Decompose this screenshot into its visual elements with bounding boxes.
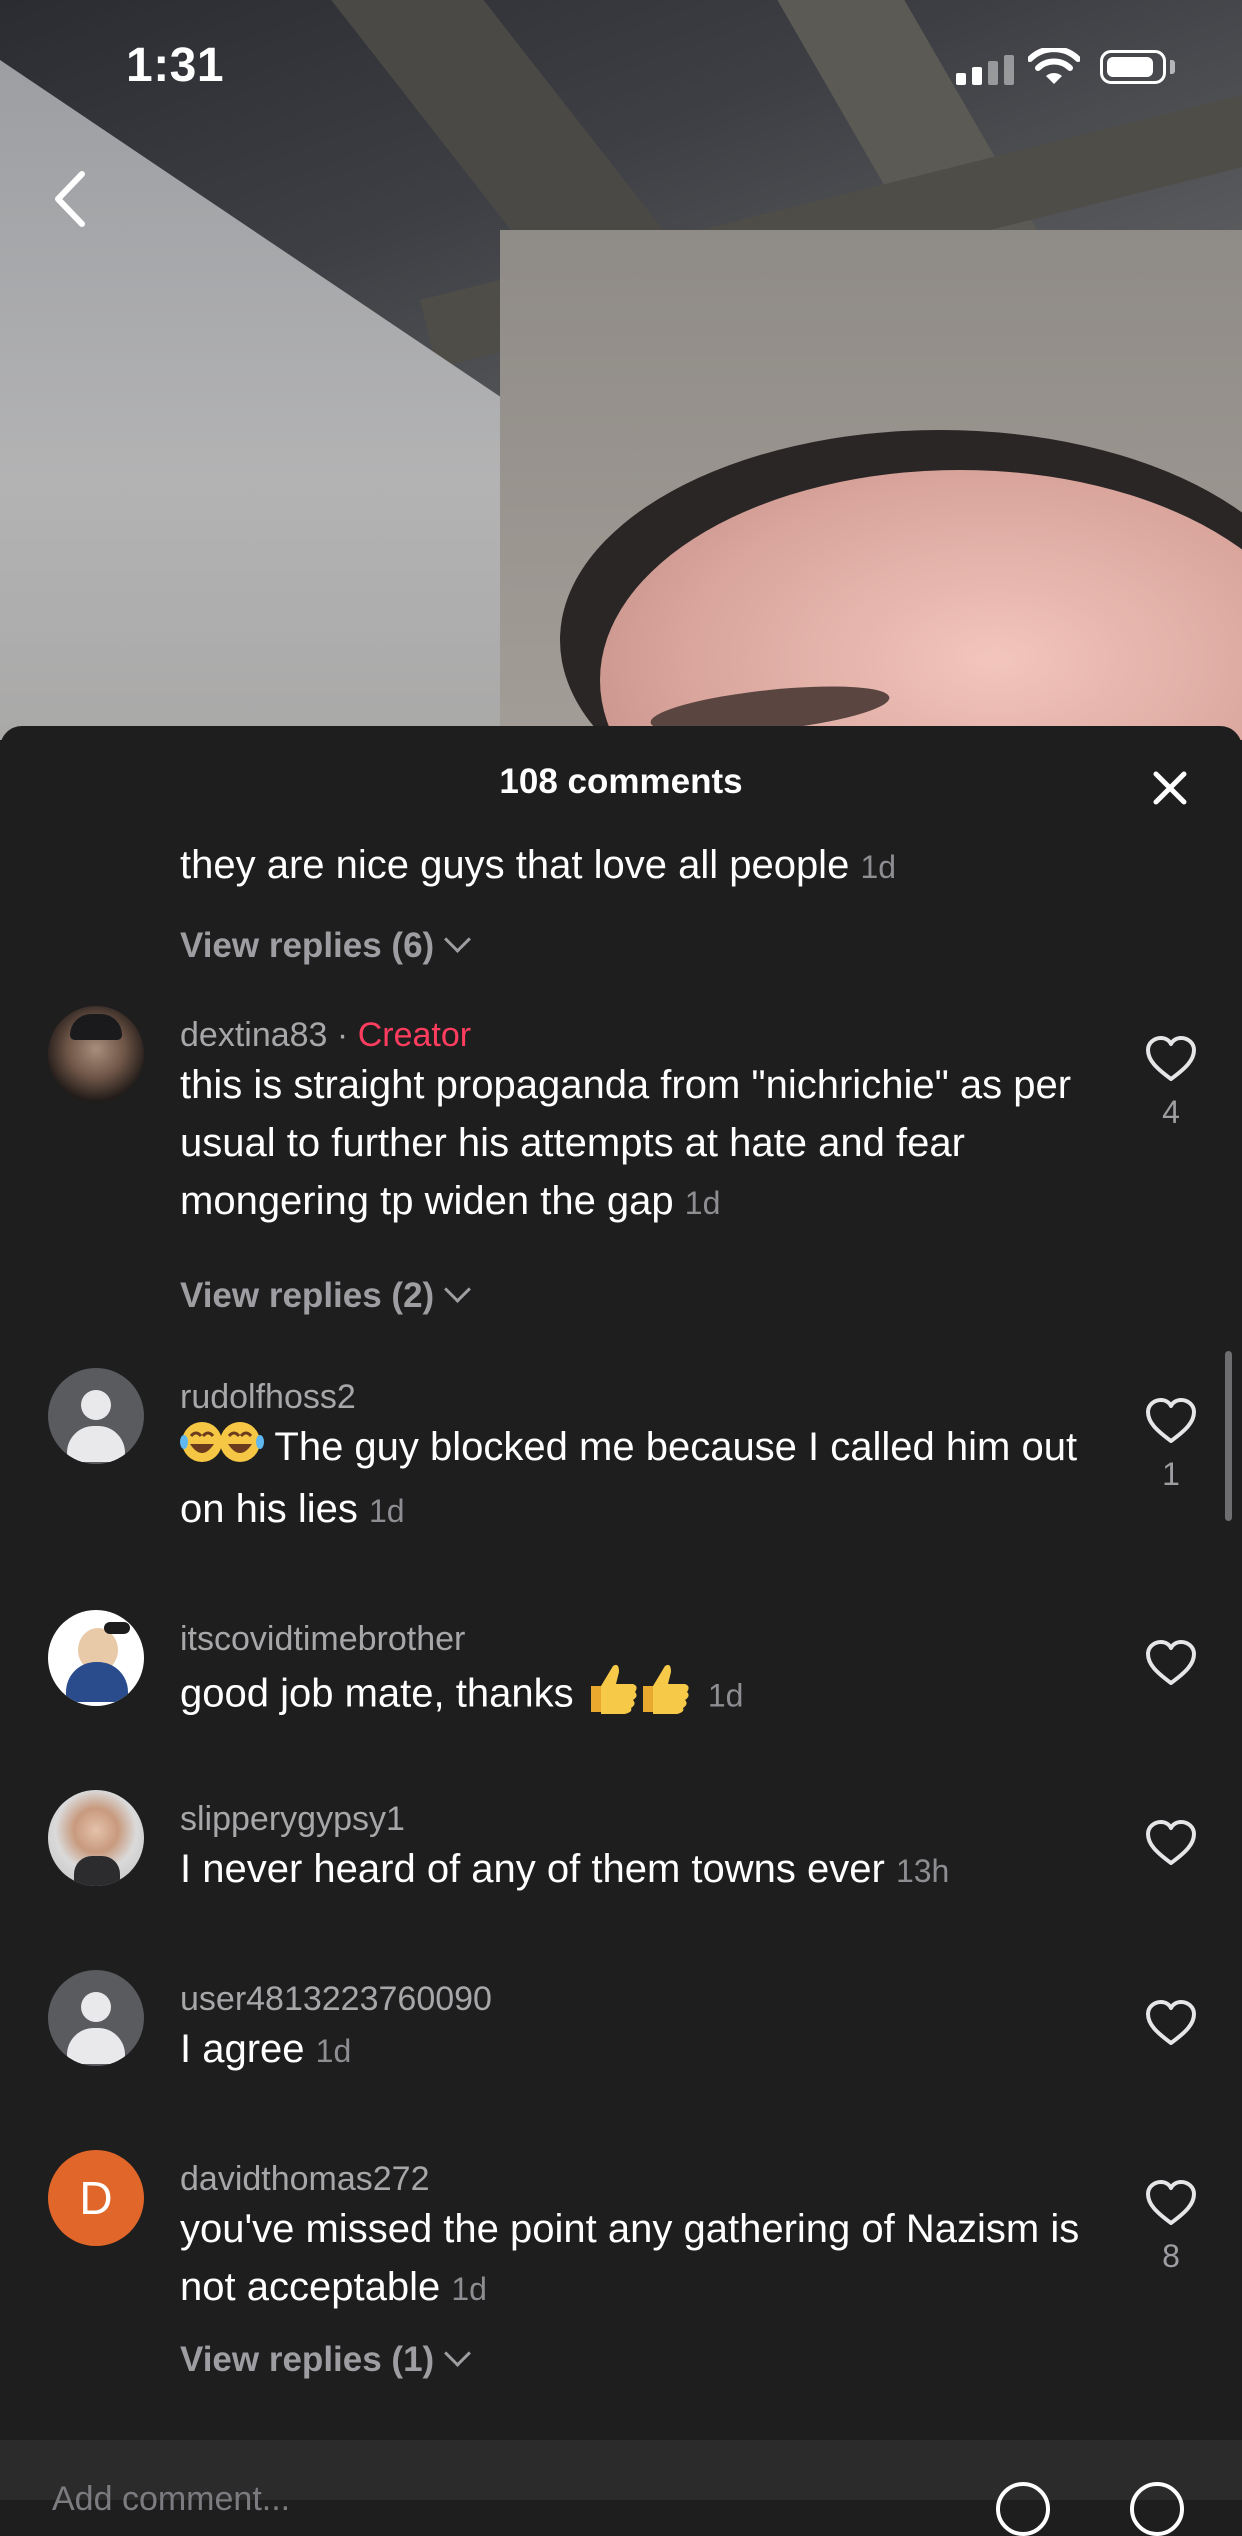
comment-timestamp: 1d <box>315 2033 352 2069</box>
creator-badge: Creator <box>357 1016 472 1054</box>
battery-cap <box>1170 60 1175 74</box>
comment-body: good job mate, thanks <box>180 1671 585 1716</box>
comment-time: 1d <box>860 849 897 885</box>
comment-username[interactable]: itscovidtimebrother <box>180 1620 465 1659</box>
laughing-emoji-icon <box>180 1418 264 1480</box>
avatar-default-body <box>67 1426 125 1462</box>
view-replies-button[interactable]: View replies (1) <box>180 2340 472 2380</box>
like-count: 1 <box>1162 1456 1180 1492</box>
comment-body: The guy blocked me because I called him … <box>180 1425 1078 1532</box>
comment-username[interactable]: davidthomas272 <box>180 2160 430 2199</box>
comment-text: I agree 1d <box>180 2020 1080 2080</box>
comment-timestamp: 1d <box>707 1677 744 1714</box>
view-replies-label: View replies (1) <box>180 2340 435 2379</box>
chevron-down-icon <box>444 2340 472 2367</box>
heart-icon[interactable] <box>1144 1034 1198 1084</box>
comment-text: good job mate, thanks 1d <box>180 1660 1080 1732</box>
avatar-cartoon-body <box>66 1662 128 1702</box>
comment-timestamp: 1d <box>684 1185 721 1221</box>
comment-timestamp: 1d <box>369 1493 405 1530</box>
comment-text: you've missed the point any gathering of… <box>180 2200 1080 2318</box>
avatar[interactable] <box>48 1790 144 1886</box>
avatar[interactable] <box>48 1610 144 1706</box>
chevron-down-icon <box>444 1276 472 1303</box>
comments-count-title: 108 comments <box>499 762 743 801</box>
avatar-beanie <box>70 1014 122 1040</box>
comment-body: you've missed the point any gathering of… <box>180 2207 1080 2309</box>
avatar-default-body <box>67 2028 125 2064</box>
back-chevron-icon[interactable] <box>48 168 94 230</box>
like-count: 8 <box>1162 2238 1180 2274</box>
avatar-initial: D <box>79 2172 113 2224</box>
avatar[interactable] <box>48 1970 144 2066</box>
comment-text: The guy blocked me because I called him … <box>180 1418 1080 1540</box>
mention-icon[interactable] <box>996 2482 1050 2536</box>
heart-icon[interactable] <box>1144 1998 1198 2048</box>
status-time: 1:31 <box>126 39 225 92</box>
like-count: 4 <box>1162 1094 1180 1130</box>
avatar-default-head <box>81 1390 111 1420</box>
close-icon[interactable] <box>1150 768 1190 808</box>
signal-icon <box>956 55 1014 85</box>
comment-body: they are nice guys that love all people <box>180 843 850 887</box>
avatar-default-head <box>81 1992 111 2022</box>
heart-icon[interactable] <box>1144 1818 1198 1868</box>
comment-text: they are nice guys that love all people … <box>180 836 1080 896</box>
heart-icon[interactable] <box>1144 1396 1198 1446</box>
view-replies-label: View replies (6) <box>180 926 435 965</box>
avatar[interactable] <box>48 1368 144 1464</box>
username-separator: · <box>327 1016 358 1054</box>
avatar-cartoon-hat <box>104 1622 130 1634</box>
comment-body: this is straight propaganda from "nichri… <box>180 1063 1072 1223</box>
heart-icon[interactable] <box>1144 1638 1198 1688</box>
avatar[interactable] <box>48 1006 144 1102</box>
add-comment-bar[interactable]: Add comment... <box>0 2440 1242 2518</box>
battery-level <box>1107 57 1153 77</box>
comment-username[interactable]: dextina83 · Creator <box>180 1016 471 1055</box>
comment-text: this is straight propaganda from "nichri… <box>180 1056 1080 1232</box>
comment-username[interactable]: user4813223760090 <box>180 1980 492 2019</box>
username-text: dextina83 <box>180 1016 328 1054</box>
battery-icon <box>1100 50 1166 84</box>
avatar[interactable]: D <box>48 2150 144 2246</box>
view-replies-button[interactable]: View replies (2) <box>180 1276 472 1316</box>
comment-timestamp: 13h <box>895 1853 950 1889</box>
comment-body: I never heard of any of them towns ever <box>180 1847 885 1891</box>
comment-timestamp: 1d <box>860 849 896 885</box>
wifi-icon <box>1028 48 1080 84</box>
heart-icon[interactable] <box>1144 2178 1198 2228</box>
comment-username[interactable]: slipperygypsy1 <box>180 1800 405 1839</box>
scrollbar[interactable] <box>1225 1351 1232 1521</box>
comment-timestamp: 1d <box>451 2271 487 2307</box>
avatar-shirt <box>74 1856 120 1886</box>
comments-sheet: 108 comments they are nice guys that lov… <box>0 726 1242 2500</box>
emoji-icon[interactable] <box>1130 2482 1184 2536</box>
view-replies-label: View replies (2) <box>180 1276 435 1315</box>
chevron-down-icon <box>444 926 472 953</box>
comment-text: I never heard of any of them towns ever … <box>180 1840 1080 1900</box>
thumbs-up-emoji-icon <box>585 1660 697 1732</box>
comment-body: I agree <box>180 2027 305 2071</box>
status-bar: 1:31 <box>0 0 1242 130</box>
view-replies-button[interactable]: View replies (6) <box>180 926 472 966</box>
comment-username[interactable]: rudolfhoss2 <box>180 1378 356 1417</box>
